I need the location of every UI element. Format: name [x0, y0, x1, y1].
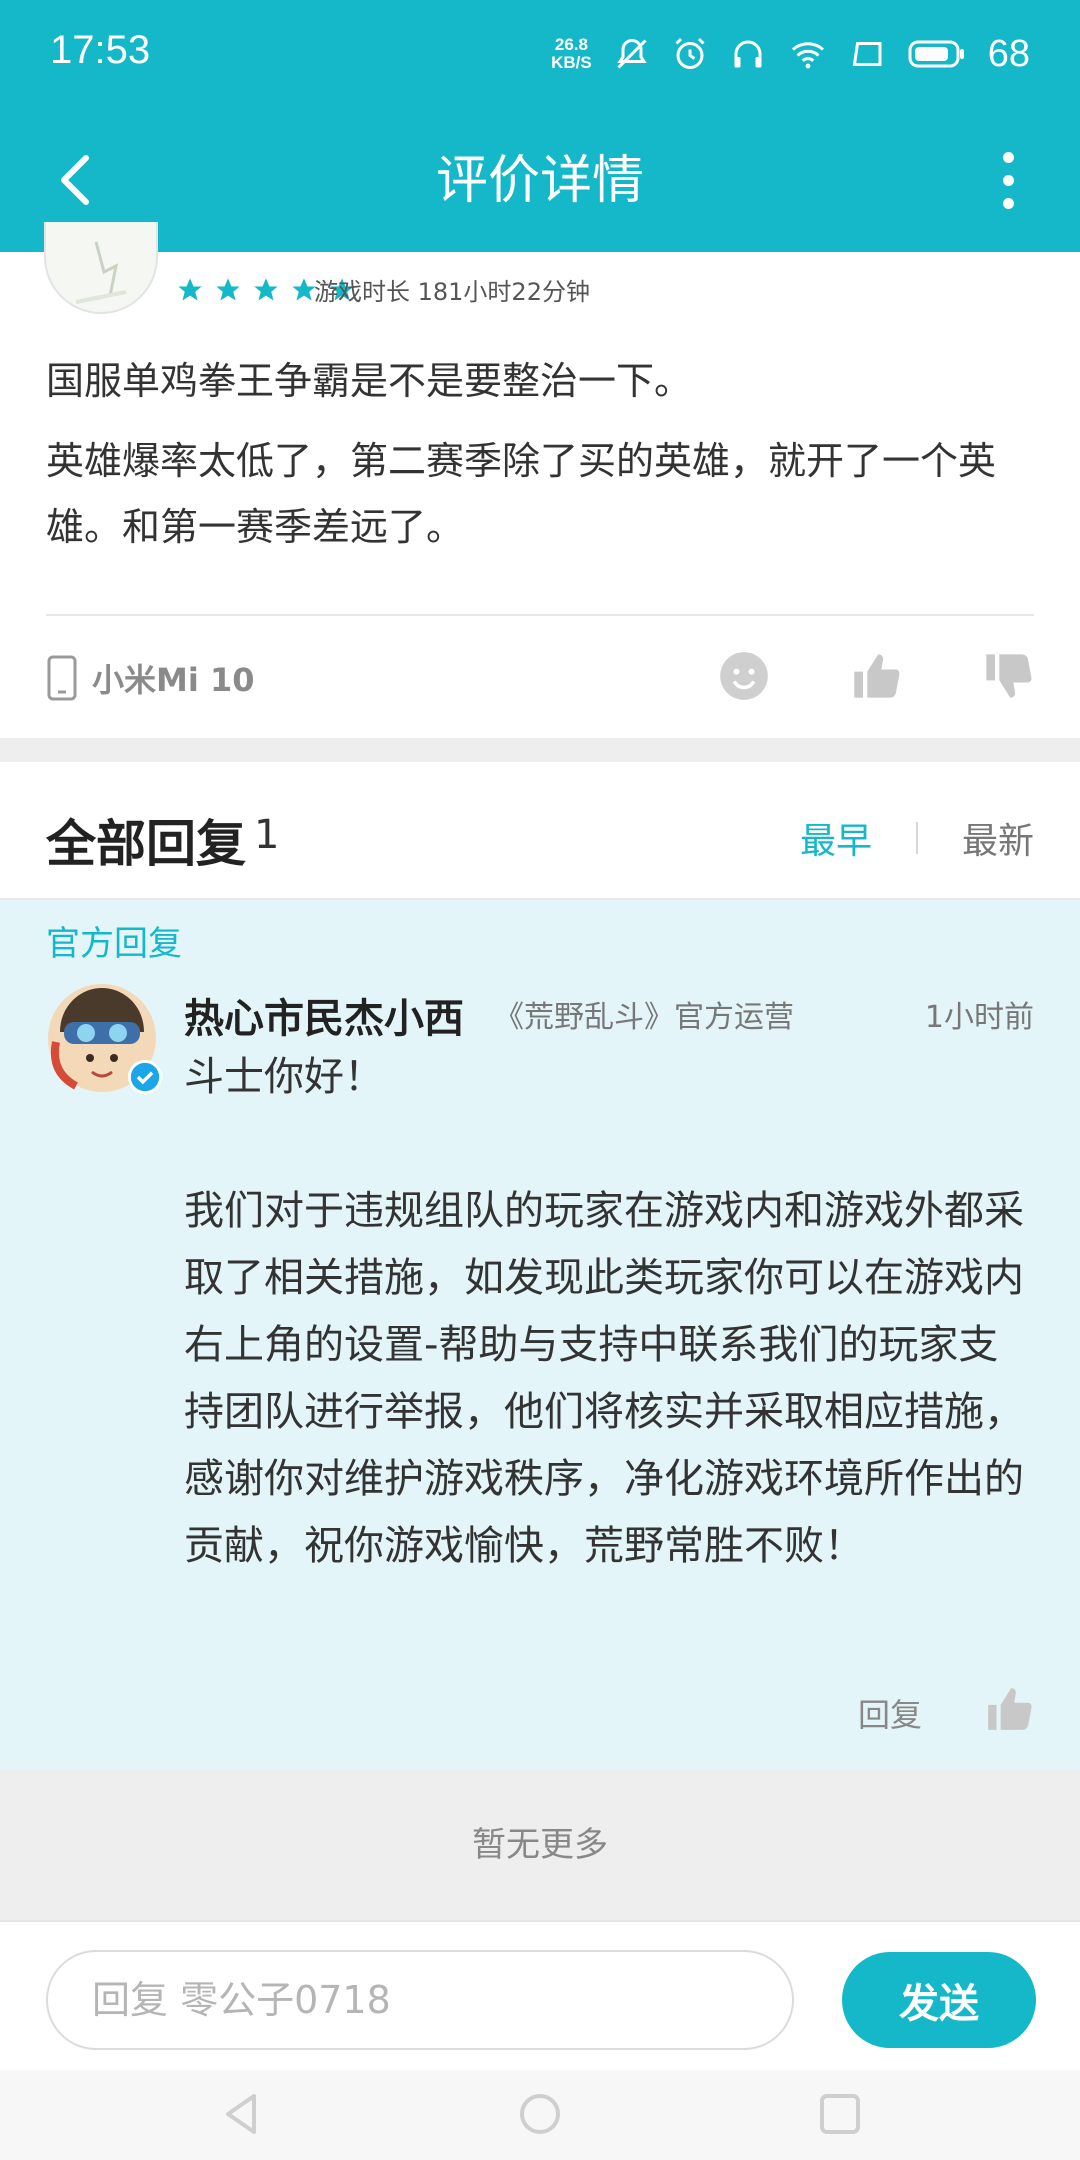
thumbs-up-icon	[988, 1688, 1032, 1730]
alarm-icon	[675, 37, 705, 69]
reply-button[interactable]: 回复	[858, 1690, 922, 1736]
reviewer-avatar[interactable]	[44, 222, 158, 314]
more-vertical-icon-dot	[1002, 151, 1014, 163]
mute-icon	[616, 38, 647, 69]
official-avatar[interactable]	[46, 982, 162, 1094]
star-icon	[254, 278, 278, 301]
top-bar: 17:53 26.8 KB/S 68 评价详情	[0, 0, 1080, 252]
more-options-button[interactable]	[984, 144, 1032, 216]
emoji-icon[interactable]	[718, 650, 770, 702]
star-icon	[178, 278, 202, 301]
nav-recents-icon[interactable]	[816, 2090, 864, 2138]
star-icon	[216, 278, 240, 301]
system-nav-bar	[0, 2070, 1080, 2160]
official-reply: 官方回复 热心市民杰小西 《荒野乱斗》官方运营 1小时前 斗士你好！ 我们对于违…	[0, 900, 1080, 1770]
official-role: 《荒野乱斗》官方运营	[494, 1000, 794, 1035]
app-bar: 评价详情	[0, 108, 1080, 252]
send-button[interactable]: 发送	[842, 1952, 1036, 2048]
status-time: 17:53	[50, 28, 151, 72]
verified-badge-icon	[128, 1060, 162, 1094]
thumbs-up-icon[interactable]	[850, 650, 902, 702]
review-paragraph: 国服单鸡拳王争霸是不是要整治一下。	[46, 359, 693, 403]
sort-toggle: 最早 最新	[800, 812, 1034, 864]
review-paragraph: 英雄爆率太低了，第二赛季除了买的英雄，就开了一个英雄。和第一赛季差远了。	[46, 439, 997, 549]
battery-percent: 68	[987, 32, 1030, 75]
thumbs-down-icon[interactable]	[982, 650, 1034, 702]
playtime: 游戏时长 181小时22分钟	[314, 278, 590, 306]
all-replies-label: 全部回复	[46, 815, 246, 873]
review-card: 游戏时长 181小时22分钟 国服单鸡拳王争霸是不是要整治一下。 英雄爆率太低了…	[0, 222, 1080, 738]
device-name: 小米Mi 10	[92, 661, 255, 699]
official-reply-tag: 官方回复	[46, 924, 182, 964]
sort-latest-tab[interactable]: 最新	[962, 812, 1034, 864]
phone-icon	[47, 655, 77, 701]
status-icons: 26.8 KB/S 68	[551, 26, 1030, 82]
official-reply-body: 斗士你好！ 我们对于违规组队的玩家在游戏内和游戏外都采取了相关措施，如发现此类玩…	[184, 1054, 1024, 1569]
sort-divider	[915, 822, 918, 854]
no-more-label: 暂无更多	[0, 1770, 1080, 1920]
nav-back-icon[interactable]	[218, 2090, 266, 2138]
sort-earliest-tab[interactable]: 最早	[800, 812, 872, 864]
reviewer-avatar-image	[75, 241, 127, 304]
review-text: 国服单鸡拳王争霸是不是要整治一下。 英雄爆率太低了，第二赛季除了买的英雄，就开了…	[46, 348, 1036, 574]
page-title: 评价详情	[435, 151, 644, 211]
battery-icon	[908, 40, 964, 68]
net-speed-unit: KB/S	[551, 53, 592, 72]
net-speed: 26.8 KB/S	[551, 36, 592, 72]
reply-input[interactable]	[46, 1950, 794, 2050]
official-time: 1小时前	[924, 1000, 1034, 1035]
divider	[46, 614, 1034, 616]
headset-icon	[734, 40, 762, 68]
reply-count: 1	[254, 812, 280, 858]
device-info: 小米Mi 10	[46, 654, 255, 702]
replies-header: 全部回复 1 最早 最新	[0, 762, 1080, 900]
review-actions	[718, 650, 1034, 702]
wifi-icon	[791, 42, 824, 69]
net-speed-value: 26.8	[554, 35, 588, 54]
official-name[interactable]: 热心市民杰小西	[184, 986, 464, 1044]
nav-home-icon[interactable]	[516, 2090, 564, 2138]
screen-icon	[852, 42, 882, 66]
official-like-button[interactable]	[984, 1684, 1034, 1738]
more-vertical-icon-dot	[1002, 174, 1014, 186]
reply-input-bar: 发送	[0, 1920, 1080, 2070]
more-vertical-icon-dot	[1002, 197, 1014, 209]
status-bar: 17:53 26.8 KB/S 68	[0, 0, 1080, 108]
section-separator	[0, 738, 1080, 762]
